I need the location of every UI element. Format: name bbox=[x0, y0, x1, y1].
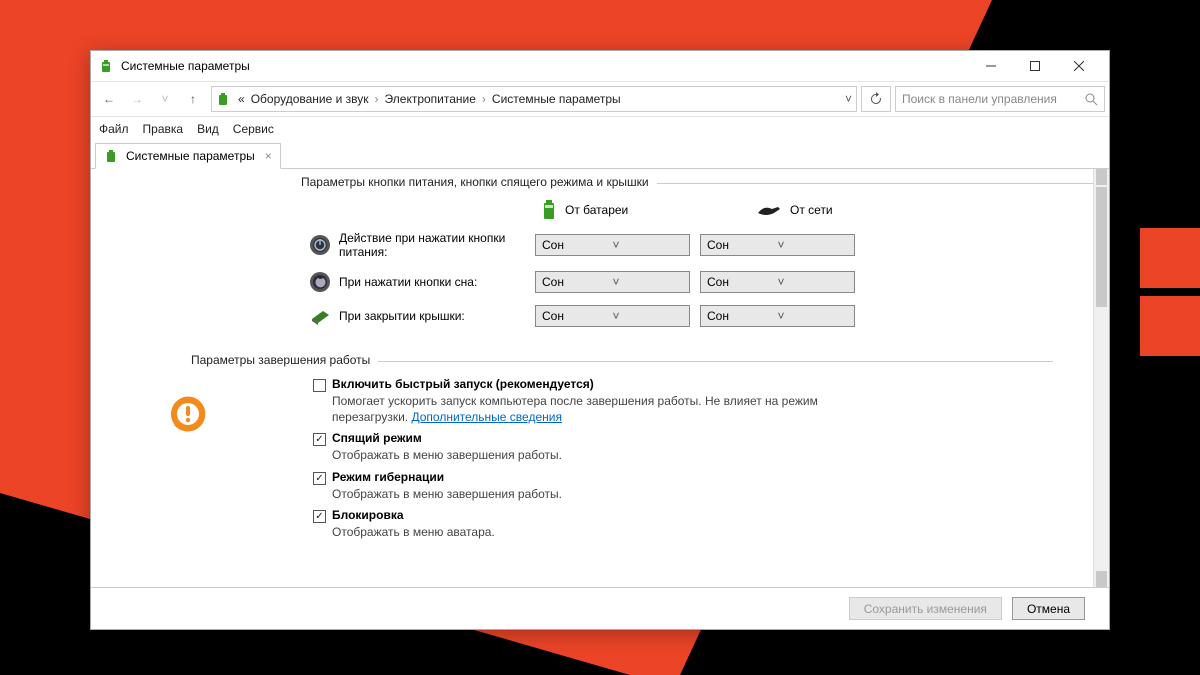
checkbox-fast-startup[interactable]: Включить быстрый запуск (рекомендуется) … bbox=[313, 377, 1053, 425]
breadcrumb-item[interactable]: Электропитание bbox=[385, 92, 476, 106]
recent-dropdown[interactable]: ˅ bbox=[151, 85, 179, 113]
save-button[interactable]: Сохранить изменения bbox=[849, 597, 1002, 620]
section-title: Параметры кнопки питания, кнопки спящего… bbox=[301, 175, 649, 189]
row-lid: При закрытии крышки: Сон˅ Сон˅ bbox=[301, 305, 1093, 327]
search-placeholder: Поиск в панели управления bbox=[902, 92, 1085, 106]
close-icon[interactable]: × bbox=[265, 149, 272, 163]
search-input[interactable]: Поиск в панели управления bbox=[895, 86, 1105, 112]
address-bar[interactable]: « Оборудование и звук › Электропитание ›… bbox=[211, 86, 857, 112]
scroll-up-icon[interactable] bbox=[1096, 169, 1107, 185]
checkbox-hibernate[interactable]: Режим гибернации Отображать в меню завер… bbox=[313, 470, 1053, 502]
back-button[interactable]: ← bbox=[95, 85, 123, 113]
section-title: Параметры завершения работы bbox=[191, 353, 370, 367]
breadcrumb-item[interactable]: Оборудование и звук bbox=[251, 92, 369, 106]
row-label: Действие при нажатии кнопки питания: bbox=[339, 231, 535, 259]
checkbox-icon bbox=[313, 433, 326, 446]
menubar: Файл Правка Вид Сервис bbox=[91, 117, 1109, 141]
breadcrumb-prefix: « bbox=[238, 92, 245, 106]
checkbox-icon bbox=[313, 379, 326, 392]
checkbox-label: Блокировка bbox=[332, 508, 404, 522]
search-icon bbox=[1085, 93, 1098, 106]
tab-label: Системные параметры bbox=[126, 149, 255, 163]
window: Системные параметры ← → ˅ ↑ « Оборудован… bbox=[90, 50, 1110, 630]
tab-system-params[interactable]: Системные параметры × bbox=[95, 143, 281, 169]
content-pane: Параметры кнопки питания, кнопки спящего… bbox=[91, 169, 1093, 587]
battery-icon bbox=[541, 199, 557, 221]
alert-callout-icon bbox=[163, 392, 213, 442]
breadcrumb-item[interactable]: Системные параметры bbox=[492, 92, 621, 106]
plug-icon bbox=[756, 203, 782, 217]
navbar: ← → ˅ ↑ « Оборудование и звук › Электроп… bbox=[91, 81, 1109, 117]
select-power-battery[interactable]: Сон˅ bbox=[535, 234, 690, 256]
scroll-down-icon[interactable] bbox=[1096, 571, 1107, 587]
column-ac: От сети bbox=[756, 199, 911, 221]
row-label: При нажатии кнопки сна: bbox=[339, 275, 535, 289]
checkbox-label: Спящий режим bbox=[332, 431, 422, 445]
chevron-down-icon: ˅ bbox=[778, 275, 849, 289]
menu-view[interactable]: Вид bbox=[197, 122, 219, 136]
select-lid-ac[interactable]: Сон˅ bbox=[700, 305, 855, 327]
divider bbox=[378, 361, 1053, 362]
maximize-button[interactable] bbox=[1013, 52, 1057, 80]
battery-icon bbox=[104, 148, 120, 164]
moon-icon bbox=[309, 271, 331, 293]
checkbox-label: Режим гибернации bbox=[332, 470, 444, 484]
laptop-icon bbox=[309, 305, 331, 327]
tabbar: Системные параметры × bbox=[91, 141, 1109, 169]
scroll-thumb[interactable] bbox=[1096, 187, 1107, 307]
refresh-button[interactable] bbox=[861, 86, 891, 112]
titlebar: Системные параметры bbox=[91, 51, 1109, 81]
checkbox-desc: Отображать в меню завершения работы. bbox=[332, 486, 562, 502]
checkbox-desc: Отображать в меню аватара. bbox=[332, 524, 495, 540]
up-button[interactable]: ↑ bbox=[179, 85, 207, 113]
checkbox-icon bbox=[313, 472, 326, 485]
scrollbar[interactable] bbox=[1093, 169, 1109, 587]
checkbox-desc: Отображать в меню завершения работы. bbox=[332, 447, 562, 463]
checkbox-sleep[interactable]: Спящий режим Отображать в меню завершени… bbox=[313, 431, 1053, 463]
chevron-down-icon[interactable]: ˅ bbox=[845, 92, 852, 106]
checkbox-icon bbox=[313, 510, 326, 523]
power-icon bbox=[309, 234, 331, 256]
checkbox-lock[interactable]: Блокировка Отображать в меню аватара. bbox=[313, 508, 1053, 540]
chevron-down-icon: ˅ bbox=[778, 309, 849, 323]
chevron-down-icon: ˅ bbox=[613, 275, 684, 289]
select-lid-battery[interactable]: Сон˅ bbox=[535, 305, 690, 327]
select-power-ac[interactable]: Сон˅ bbox=[700, 234, 855, 256]
divider bbox=[657, 183, 1093, 184]
more-info-link[interactable]: Дополнительные сведения bbox=[411, 410, 561, 424]
row-label: При закрытии крышки: bbox=[339, 309, 535, 323]
window-title: Системные параметры bbox=[121, 59, 969, 73]
battery-icon bbox=[99, 58, 115, 74]
footer: Сохранить изменения Отмена bbox=[91, 587, 1109, 629]
checkbox-label: Включить быстрый запуск (рекомендуется) bbox=[332, 377, 594, 391]
chevron-down-icon: ˅ bbox=[613, 309, 684, 323]
close-button[interactable] bbox=[1057, 52, 1101, 80]
battery-icon bbox=[216, 91, 232, 107]
minimize-button[interactable] bbox=[969, 52, 1013, 80]
chevron-right-icon: › bbox=[375, 92, 379, 106]
chevron-down-icon: ˅ bbox=[778, 238, 849, 252]
chevron-down-icon: ˅ bbox=[613, 238, 684, 252]
menu-edit[interactable]: Правка bbox=[143, 122, 184, 136]
column-battery: От батареи bbox=[541, 199, 696, 221]
chevron-right-icon: › bbox=[482, 92, 486, 106]
select-sleep-ac[interactable]: Сон˅ bbox=[700, 271, 855, 293]
select-sleep-battery[interactable]: Сон˅ bbox=[535, 271, 690, 293]
cancel-button[interactable]: Отмена bbox=[1012, 597, 1085, 620]
row-power-button: Действие при нажатии кнопки питания: Сон… bbox=[301, 231, 1093, 259]
row-sleep-button: При нажатии кнопки сна: Сон˅ Сон˅ bbox=[301, 271, 1093, 293]
menu-file[interactable]: Файл bbox=[99, 122, 129, 136]
checkbox-desc: Помогает ускорить запуск компьютера посл… bbox=[332, 393, 832, 425]
menu-service[interactable]: Сервис bbox=[233, 122, 274, 136]
forward-button[interactable]: → bbox=[123, 85, 151, 113]
